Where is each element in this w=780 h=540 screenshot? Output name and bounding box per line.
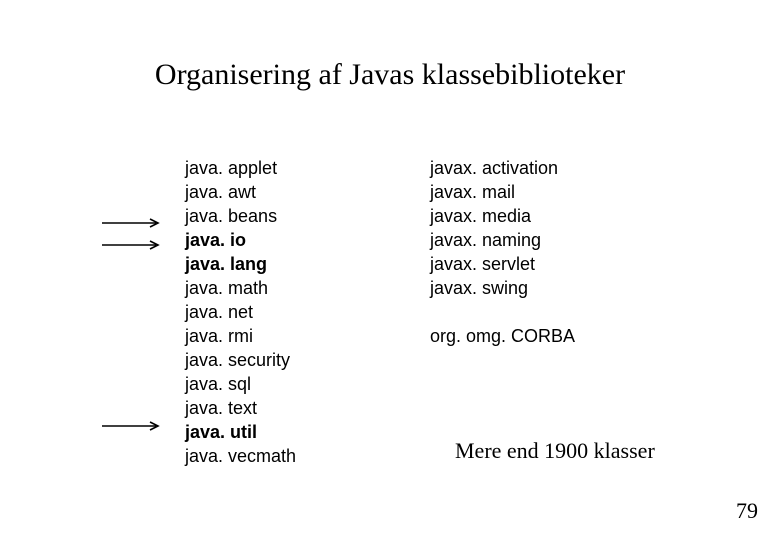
javax-packages-column: javax. activationjavax. mailjavax. media… (430, 156, 575, 348)
package-item: java. util (185, 420, 296, 444)
package-item: java. io (185, 228, 296, 252)
package-item: javax. mail (430, 180, 575, 204)
package-item: javax. activation (430, 156, 575, 180)
package-item: java. rmi (185, 324, 296, 348)
package-item: java. vecmath (185, 444, 296, 468)
package-item: java. net (185, 300, 296, 324)
slide: Organisering af Javas klassebiblioteker … (0, 0, 780, 540)
arrow-icon (100, 215, 166, 233)
package-item: javax. swing (430, 276, 575, 300)
package-item: java. sql (185, 372, 296, 396)
package-item: java. lang (185, 252, 296, 276)
spacer (430, 300, 575, 324)
footer-note: Mere end 1900 klasser (455, 438, 655, 464)
arrow-icon (100, 237, 166, 255)
pointer-arrows (100, 215, 166, 440)
package-item: javax. naming (430, 228, 575, 252)
package-item: javax. media (430, 204, 575, 228)
slide-title: Organisering af Javas klassebiblioteker (0, 58, 780, 92)
package-item: javax. servlet (430, 252, 575, 276)
arrow-icon (100, 418, 166, 436)
package-item: java. awt (185, 180, 296, 204)
package-item: java. math (185, 276, 296, 300)
package-item: java. text (185, 396, 296, 420)
package-item: org. omg. CORBA (430, 324, 575, 348)
page-number: 79 (736, 498, 758, 524)
java-packages-column: java. appletjava. awtjava. beansjava. io… (185, 156, 296, 468)
package-item: java. applet (185, 156, 296, 180)
package-item: java. security (185, 348, 296, 372)
package-item: java. beans (185, 204, 296, 228)
